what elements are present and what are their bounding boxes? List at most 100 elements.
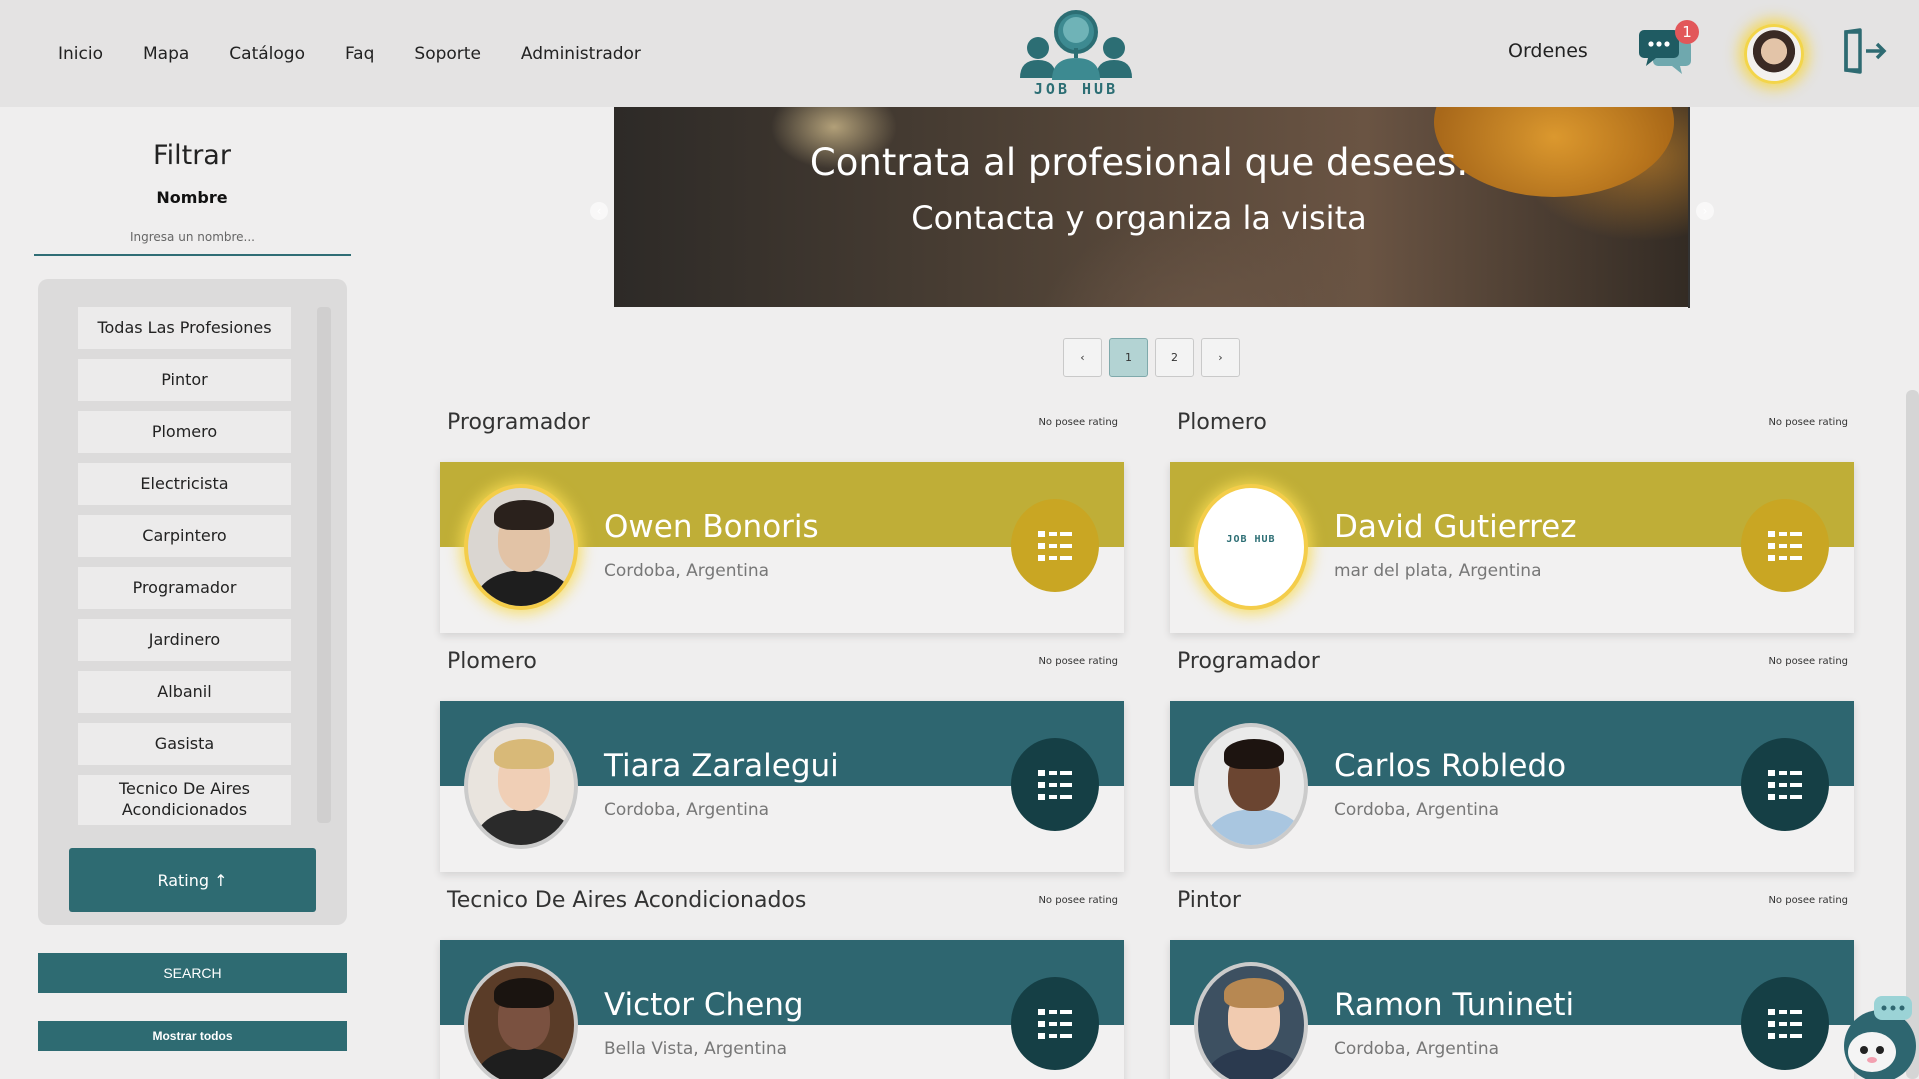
worker-location: Bella Vista, Argentina xyxy=(604,1039,788,1059)
card-profession: Plomero xyxy=(447,649,537,674)
pagination-next-button[interactable]: › xyxy=(1201,338,1240,377)
name-filter-input[interactable] xyxy=(34,220,351,256)
card-details-button[interactable] xyxy=(1011,977,1099,1070)
card-rating: No posee rating xyxy=(1768,656,1848,667)
profession-item[interactable]: Programador xyxy=(78,567,291,609)
profession-item[interactable]: Jardinero xyxy=(78,619,291,661)
card-rating: No posee rating xyxy=(1038,656,1118,667)
profession-item[interactable]: Todas Las Profesiones xyxy=(78,307,291,349)
worker-location: Cordoba, Argentina xyxy=(1334,1039,1500,1059)
avatar-body xyxy=(1206,809,1304,845)
profession-item[interactable]: Gasista xyxy=(78,723,291,765)
worker-card[interactable]: Tiara Zaralegui Cordoba, Argentina xyxy=(440,701,1124,872)
carousel-prev-icon[interactable]: ‹ xyxy=(590,202,608,220)
worker-name: Tiara Zaralegui xyxy=(604,748,839,784)
banner-subtitle: Contacta y organiza la visita xyxy=(911,199,1367,237)
nav-link-faq[interactable]: Faq xyxy=(345,44,374,64)
list-icon xyxy=(1768,530,1802,561)
worker-name: Victor Cheng xyxy=(604,987,804,1023)
worker-card-block: Programador No posee rating Owen Bonoris Co… xyxy=(440,410,1124,633)
worker-card-block: Pintor No posee rating Ramon Tunineti Cordo… xyxy=(1170,888,1854,1079)
worker-avatar xyxy=(1194,723,1308,849)
chatbot-button[interactable] xyxy=(1832,990,1919,1079)
worker-name: Ramon Tunineti xyxy=(1334,987,1575,1023)
navbar: Inicio Mapa Catálogo Faq Soporte Adminis… xyxy=(0,0,1919,107)
profession-item[interactable]: Plomero xyxy=(78,411,291,453)
card-details-button[interactable] xyxy=(1741,738,1829,831)
user-avatar[interactable] xyxy=(1744,24,1804,84)
worker-card[interactable]: Ramon Tunineti Cordoba, Argentina xyxy=(1170,940,1854,1079)
profession-item[interactable]: Carpintero xyxy=(78,515,291,557)
card-rating: No posee rating xyxy=(1038,417,1118,428)
worker-card-block: Programador No posee rating Carlos Robledo… xyxy=(1170,649,1854,872)
filter-title: Filtrar xyxy=(153,140,231,171)
carousel-next-icon[interactable]: › xyxy=(1696,202,1714,220)
worker-avatar xyxy=(464,962,578,1079)
avatar-hair xyxy=(494,978,554,1008)
card-profession: Programador xyxy=(1177,649,1320,674)
card-details-button[interactable] xyxy=(1011,738,1099,831)
worker-location: Cordoba, Argentina xyxy=(604,561,770,581)
card-profession: Pintor xyxy=(1177,888,1241,913)
worker-card[interactable]: Owen Bonoris Cordoba, Argentina xyxy=(440,462,1124,633)
profession-item[interactable]: Tecnico De Aires Acondicionados xyxy=(78,775,291,825)
worker-location: Cordoba, Argentina xyxy=(1334,800,1500,820)
banner-title: Contrata al profesional que desees. xyxy=(809,141,1469,184)
worker-card[interactable]: Carlos Robledo Cordoba, Argentina xyxy=(1170,701,1854,872)
profession-filter-panel: Todas Las Profesiones Pintor Plomero Ele… xyxy=(38,279,347,925)
profession-item[interactable]: Albanil xyxy=(78,671,291,713)
card-header: Plomero No posee rating xyxy=(1170,410,1854,454)
avatar-logo: JOB HUB xyxy=(1226,534,1276,545)
card-profession: Programador xyxy=(447,410,590,435)
list-icon xyxy=(1038,530,1072,561)
logo-people-icon xyxy=(1020,10,1132,80)
rating-sort-button[interactable]: Rating ↑ xyxy=(69,848,316,912)
worker-name: Carlos Robledo xyxy=(1334,748,1567,784)
worker-name: David Gutierrez xyxy=(1334,509,1577,545)
avatar-hair xyxy=(1224,739,1284,769)
nav-link-mapa[interactable]: Mapa xyxy=(143,44,189,64)
list-icon xyxy=(1038,1008,1072,1039)
card-rating: No posee rating xyxy=(1768,895,1848,906)
pagination-page-2[interactable]: 2 xyxy=(1155,338,1194,377)
card-header: Pintor No posee rating xyxy=(1170,888,1854,932)
card-details-button[interactable] xyxy=(1741,499,1829,592)
worker-location: mar del plata, Argentina xyxy=(1334,561,1542,581)
profession-item[interactable]: Electricista xyxy=(78,463,291,505)
profession-list-scrollbar[interactable] xyxy=(317,307,331,823)
pagination-prev-button[interactable]: ‹ xyxy=(1063,338,1102,377)
hero-banner: Contrata al profesional que desees. Cont… xyxy=(614,107,1688,307)
nav-link-administrador[interactable]: Administrador xyxy=(521,44,641,64)
card-profession: Tecnico De Aires Acondicionados xyxy=(447,888,807,913)
card-header: Tecnico De Aires Acondicionados No posee … xyxy=(440,888,1124,932)
profession-list: Todas Las Profesiones Pintor Plomero Ele… xyxy=(78,307,291,835)
avatar-body xyxy=(1206,1048,1304,1079)
nav-link-catalogo[interactable]: Catálogo xyxy=(229,44,305,64)
job-hub-logo[interactable]: JOB HUB xyxy=(1018,8,1134,102)
card-header: Plomero No posee rating xyxy=(440,649,1124,693)
nav-links: Inicio Mapa Catálogo Faq Soporte Adminis… xyxy=(58,0,681,107)
worker-avatar xyxy=(464,723,578,849)
nav-link-soporte[interactable]: Soporte xyxy=(414,44,481,64)
show-all-button[interactable]: Mostrar todos xyxy=(38,1021,347,1051)
card-rating: No posee rating xyxy=(1038,895,1118,906)
avatar-body xyxy=(476,1048,574,1079)
logout-button[interactable] xyxy=(1838,26,1888,76)
search-button[interactable]: SEARCH xyxy=(38,953,347,993)
card-rating: No posee rating xyxy=(1768,417,1848,428)
card-details-button[interactable] xyxy=(1011,499,1099,592)
list-icon xyxy=(1038,769,1072,800)
avatar-body xyxy=(476,809,574,845)
nav-link-inicio[interactable]: Inicio xyxy=(58,44,103,64)
card-details-button[interactable] xyxy=(1741,977,1829,1070)
worker-card-block: Plomero No posee rating JOB HUB David Gutie… xyxy=(1170,410,1854,633)
worker-card[interactable]: JOB HUB David Gutierrez mar del plata, Arg… xyxy=(1170,462,1854,633)
profession-item[interactable]: Pintor xyxy=(78,359,291,401)
card-header: Programador No posee rating xyxy=(1170,649,1854,693)
worker-card[interactable]: Victor Cheng Bella Vista, Argentina xyxy=(440,940,1124,1079)
logout-icon xyxy=(1844,28,1887,74)
nav-link-ordenes[interactable]: Ordenes xyxy=(1508,40,1588,62)
logo-text: JOB HUB xyxy=(1033,80,1119,98)
page-scrollbar[interactable] xyxy=(1906,390,1919,1079)
pagination-page-1[interactable]: 1 xyxy=(1109,338,1148,377)
